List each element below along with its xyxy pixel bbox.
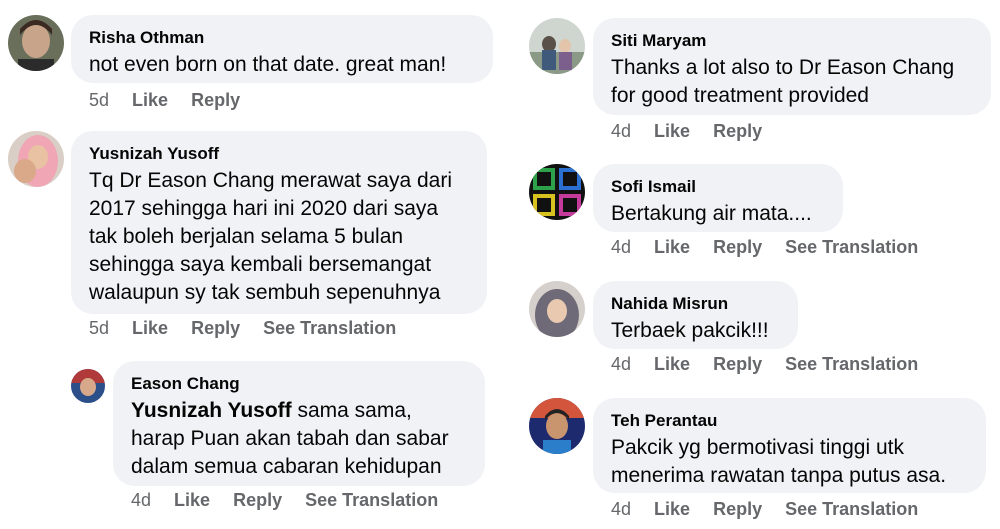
comment-bubble: Teh Perantau Pakcik yg bermotivasi tingg…	[593, 398, 986, 493]
comment-text: Terbaek pakcik!!!	[611, 319, 769, 342]
avatar[interactable]	[529, 18, 585, 74]
comment-text-line: sehingga saya kembali bersemangat	[89, 253, 432, 276]
avatar[interactable]	[8, 15, 64, 71]
commenter-name[interactable]: Nahida Misrun	[611, 293, 780, 315]
comment-text-line: dalam semua cabaran kehidupan	[131, 455, 442, 478]
avatar[interactable]	[529, 164, 585, 220]
comment-bubble: Eason Chang Yusnizah Yusoff sama sama, h…	[113, 361, 485, 486]
comment-text: not even born on that date. great man!	[89, 53, 447, 76]
comment-bubble: Sofi Ismail Bertakung air mata....	[593, 164, 843, 232]
timestamp[interactable]: 4d	[611, 121, 631, 141]
avatar[interactable]	[71, 369, 105, 403]
see-translation-link[interactable]: See Translation	[305, 490, 438, 510]
commenter-name[interactable]: Yusnizah Yusoff	[89, 143, 469, 165]
comment-text-line: Thanks a lot also to Dr Eason Chang	[611, 56, 955, 79]
like-button[interactable]: Like	[132, 318, 168, 338]
avatar[interactable]	[529, 398, 585, 454]
commenter-name[interactable]: Risha Othman	[89, 27, 475, 49]
reply-button[interactable]: Reply	[713, 121, 762, 141]
comment-text-line: menerima rawatan tanpa putus asa.	[611, 464, 947, 487]
comment-actions: 4d Like Reply	[611, 121, 762, 142]
comment-bubble: Nahida Misrun Terbaek pakcik!!!	[593, 281, 798, 349]
timestamp[interactable]: 4d	[611, 499, 631, 519]
comment-text-line: tak boleh berjalan selama 5 bulan	[89, 225, 404, 248]
like-button[interactable]: Like	[654, 237, 690, 257]
comment-text-line: Pakcik yg bermotivasi tinggi utk	[611, 436, 904, 459]
like-button[interactable]: Like	[174, 490, 210, 510]
comment-bubble: Risha Othman not even born on that date.…	[71, 15, 493, 83]
commenter-name[interactable]: Eason Chang	[131, 373, 467, 395]
timestamp[interactable]: 4d	[131, 490, 151, 510]
avatar[interactable]	[529, 281, 585, 337]
comment-actions: 5d Like Reply See Translation	[89, 318, 396, 339]
comment-actions: 4d Like Reply See Translation	[611, 354, 918, 375]
commenter-name[interactable]: Sofi Ismail	[611, 176, 825, 198]
mention-link[interactable]: Yusnizah Yusoff	[131, 399, 292, 422]
reply-button[interactable]: Reply	[191, 90, 240, 110]
like-button[interactable]: Like	[654, 354, 690, 374]
like-button[interactable]: Like	[132, 90, 168, 110]
comment-text-fragment: sama sama,	[291, 399, 412, 422]
timestamp[interactable]: 4d	[611, 354, 631, 374]
comment-text-line: walaupun sy tak sembuh sepenuhnya	[89, 281, 441, 304]
see-translation-link[interactable]: See Translation	[785, 499, 918, 519]
comment-text-line: Tq Dr Eason Chang merawat saya dari	[89, 169, 452, 192]
comment-actions: 5d Like Reply	[89, 90, 240, 111]
comment-actions: 4d Like Reply See Translation	[611, 237, 918, 258]
like-button[interactable]: Like	[654, 121, 690, 141]
timestamp[interactable]: 4d	[611, 237, 631, 257]
comment-text-line: harap Puan akan tabah dan sabar	[131, 427, 449, 450]
reply-button[interactable]: Reply	[713, 354, 762, 374]
timestamp[interactable]: 5d	[89, 318, 109, 338]
comment-text-line: Yusnizah Yusoff sama sama,	[131, 397, 467, 425]
comment-text-line: for good treatment provided	[611, 84, 869, 107]
comment-bubble: Yusnizah Yusoff Tq Dr Eason Chang merawa…	[71, 131, 487, 314]
comment-bubble: Siti Maryam Thanks a lot also to Dr Easo…	[593, 18, 991, 115]
see-translation-link[interactable]: See Translation	[785, 237, 918, 257]
avatar[interactable]	[8, 131, 64, 187]
comment-actions: 4d Like Reply See Translation	[611, 499, 918, 520]
reply-button[interactable]: Reply	[713, 237, 762, 257]
comment-text: Bertakung air mata....	[611, 202, 812, 225]
reply-button[interactable]: Reply	[233, 490, 282, 510]
commenter-name[interactable]: Teh Perantau	[611, 410, 968, 432]
comment-text-line: 2017 sehingga hari ini 2020 dari saya	[89, 197, 439, 220]
commenter-name[interactable]: Siti Maryam	[611, 30, 973, 52]
timestamp[interactable]: 5d	[89, 90, 109, 110]
reply-button[interactable]: Reply	[713, 499, 762, 519]
see-translation-link[interactable]: See Translation	[263, 318, 396, 338]
reply-button[interactable]: Reply	[191, 318, 240, 338]
see-translation-link[interactable]: See Translation	[785, 354, 918, 374]
comment-actions: 4d Like Reply See Translation	[131, 490, 438, 511]
like-button[interactable]: Like	[654, 499, 690, 519]
